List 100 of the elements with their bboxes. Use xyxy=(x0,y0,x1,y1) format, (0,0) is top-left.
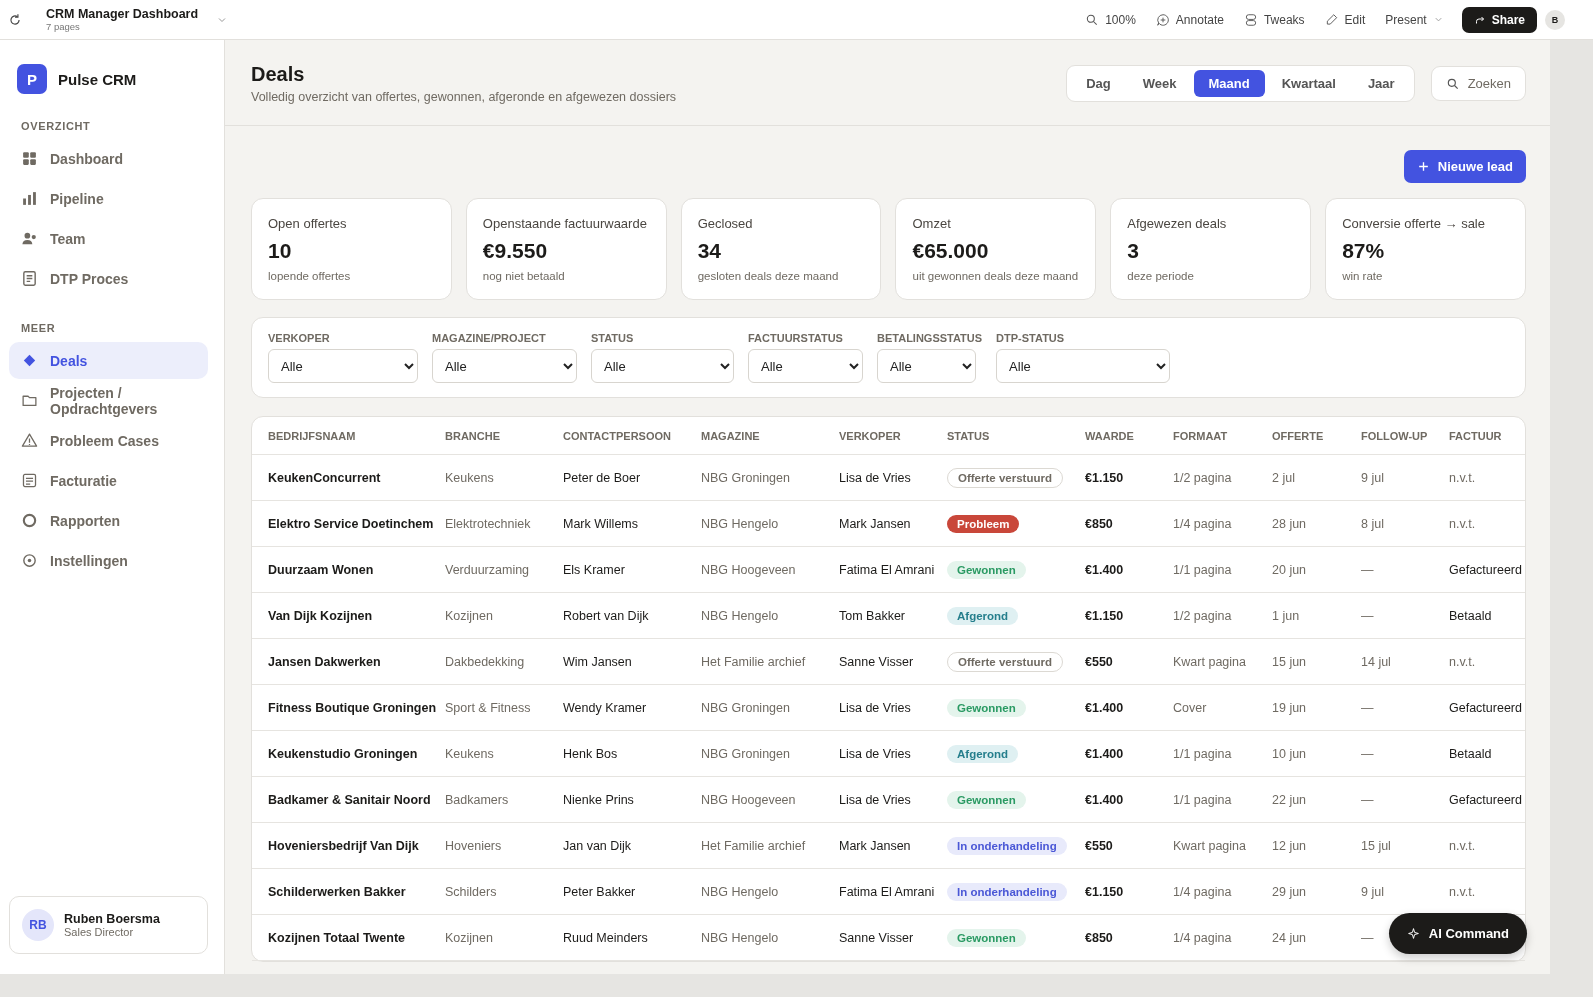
column-header[interactable]: BEDRIJFSNAAM xyxy=(268,429,356,442)
table-cell: 15 jun xyxy=(1272,654,1307,669)
column-header[interactable]: STATUS xyxy=(947,429,990,442)
people-icon xyxy=(21,230,38,247)
edit-button[interactable]: Edit xyxy=(1314,8,1376,31)
circle-icon xyxy=(21,512,38,529)
page-subtitle: Volledig overzicht van offertes, gewonnen, afgeronde en afgewezen dossiers xyxy=(251,90,677,104)
filter-select[interactable]: Alle xyxy=(996,349,1171,383)
bar-chart-icon xyxy=(21,190,38,207)
stat-note: nog niet betaald xyxy=(482,270,566,282)
table-cell: 1/1 pagina xyxy=(1173,562,1232,577)
user-avatar[interactable]: B xyxy=(1545,9,1565,30)
column-header[interactable]: FORMAAT xyxy=(1173,429,1228,442)
table-cell: €1.400 xyxy=(1085,562,1124,577)
share-button[interactable]: Share xyxy=(1461,6,1537,33)
status-badge: Afgerond xyxy=(947,744,1019,763)
table-cell: 8 jul xyxy=(1361,516,1384,531)
search-field[interactable]: Zoeken xyxy=(1430,66,1526,101)
stat-label: Openstaande factuurwaarde xyxy=(482,216,648,231)
table-cell: NBG Hengelo xyxy=(701,516,779,531)
column-header[interactable]: FACTUUR xyxy=(1449,429,1502,442)
ai-command-button[interactable]: AI Command xyxy=(1388,913,1527,954)
filter-select[interactable]: Alle xyxy=(268,349,418,383)
zoom-button[interactable]: 100% xyxy=(1075,8,1146,31)
filter-select[interactable]: Alle xyxy=(591,349,734,383)
diamond-icon xyxy=(21,352,38,369)
table-cell: Peter de Boer xyxy=(563,470,641,485)
period-tab[interactable]: Week xyxy=(1127,70,1192,97)
stat-note: deze periode xyxy=(1127,270,1195,282)
table-cell: Mark Jansen xyxy=(839,838,911,853)
sidebar-item[interactable]: Instellingen xyxy=(9,542,208,579)
table-cell: Jansen Dakwerken xyxy=(268,654,381,669)
table-cell: 1/4 pagina xyxy=(1173,884,1232,899)
period-tab[interactable]: Dag xyxy=(1071,70,1126,97)
status-badge: In onderhandeling xyxy=(947,836,1067,855)
status-badge: Gewonnen xyxy=(947,928,1026,947)
table-cell: — xyxy=(1361,930,1374,945)
stat-note: uit gewonnen deals deze maand xyxy=(912,270,1080,282)
user-card[interactable]: RB Ruben Boersma Sales Director xyxy=(9,896,208,954)
table-cell: €550 xyxy=(1085,838,1113,853)
table-cell: Wim Jansen xyxy=(563,654,632,669)
grid-icon xyxy=(21,150,38,167)
column-header[interactable]: VERKOPER xyxy=(839,429,901,442)
table-cell: — xyxy=(1361,792,1374,807)
page-title: Deals xyxy=(251,63,306,86)
column-header[interactable]: BRANCHE xyxy=(445,429,500,442)
user-role: Sales Director xyxy=(64,926,135,938)
table-cell: Schilderwerken Bakker xyxy=(268,884,406,899)
stat-label: Omzet xyxy=(912,216,952,231)
document-title: CRM Manager Dashboard xyxy=(46,7,199,21)
sidebar-item[interactable]: Projecten / Opdrachtgevers xyxy=(9,382,208,419)
sidebar-item[interactable]: Pipeline xyxy=(9,180,208,217)
sidebar-item[interactable]: Facturatie xyxy=(9,462,208,499)
period-tab[interactable]: Kwartaal xyxy=(1266,70,1351,97)
period-tab[interactable]: Jaar xyxy=(1352,70,1410,97)
filter-select[interactable]: Alle xyxy=(432,349,577,383)
table-cell: KeukenConcurrent xyxy=(268,470,381,485)
stat-label: Conversie offerte → sale xyxy=(1342,216,1486,231)
filter-select[interactable]: Alle xyxy=(748,349,863,383)
sidebar-item[interactable]: Dashboard xyxy=(9,140,208,177)
sidebar-item[interactable]: Team xyxy=(9,220,208,257)
table-cell: Badkamer & Sanitair Noord xyxy=(268,792,431,807)
sidebar-item[interactable]: Probleem Cases xyxy=(9,422,208,459)
table-cell: Sport & Fitness xyxy=(445,700,531,715)
present-button[interactable]: Present xyxy=(1375,8,1454,31)
table-cell: 1 jun xyxy=(1272,608,1300,623)
period-tab[interactable]: Maand xyxy=(1193,70,1265,97)
sidebar-item[interactable]: Rapporten xyxy=(9,502,208,539)
table-cell: Ruud Meinders xyxy=(563,930,648,945)
new-lead-button[interactable]: Nieuwe lead xyxy=(1403,150,1526,183)
column-header[interactable]: OFFERTE xyxy=(1272,429,1324,442)
table-cell: Keukenstudio Groningen xyxy=(268,746,418,761)
stat-note: gesloten deals deze maand xyxy=(697,270,840,282)
filter-select[interactable]: Alle xyxy=(877,349,976,383)
table-cell: €1.400 xyxy=(1085,792,1124,807)
table-cell: n.v.t. xyxy=(1449,654,1476,669)
app-name: Pulse CRM xyxy=(58,70,137,88)
status-badge: Offerte verstuurd xyxy=(947,651,1063,672)
filter-label: VERKOPER xyxy=(268,332,331,344)
table-cell: NBG Hoogeveen xyxy=(701,562,796,577)
column-header[interactable]: WAARDE xyxy=(1085,429,1134,442)
tweaks-button[interactable]: Tweaks xyxy=(1233,8,1315,31)
comment-plus-icon xyxy=(1155,12,1170,27)
section-heading: OVERZICHT xyxy=(21,120,92,132)
column-header[interactable]: CONTACTPERSOON xyxy=(563,429,671,442)
column-header[interactable]: FOLLOW-UP xyxy=(1361,429,1428,442)
sidebar-item[interactable]: Deals xyxy=(9,342,208,379)
table-cell: Els Kramer xyxy=(563,562,625,577)
table-cell: 1/4 pagina xyxy=(1173,930,1232,945)
table-cell: NBG Hengelo xyxy=(701,884,779,899)
table-cell: n.v.t. xyxy=(1449,516,1476,531)
table-cell: Cover xyxy=(1173,700,1207,715)
table-cell: 28 jun xyxy=(1272,516,1307,531)
sidebar-item[interactable]: DTP Proces xyxy=(9,260,208,297)
section-heading: MEER xyxy=(21,322,57,334)
table-cell: 9 jul xyxy=(1361,470,1384,485)
annotate-button[interactable]: Annotate xyxy=(1145,8,1234,31)
table-cell: Lisa de Vries xyxy=(839,470,911,485)
table-cell: Lisa de Vries xyxy=(839,792,911,807)
column-header[interactable]: MAGAZINE xyxy=(701,429,760,442)
